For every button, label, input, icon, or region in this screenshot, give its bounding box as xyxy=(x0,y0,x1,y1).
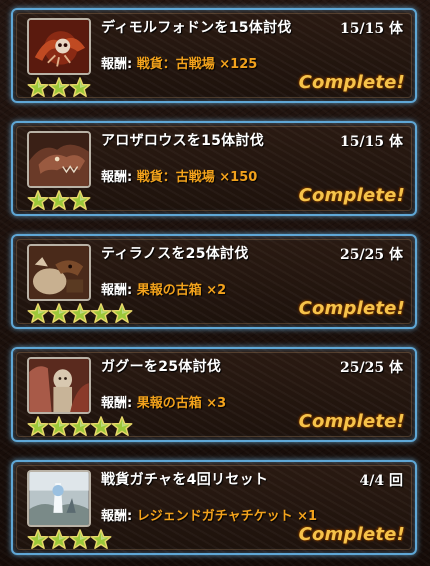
star-icon xyxy=(111,416,133,437)
star-icon xyxy=(90,416,112,437)
mission-reward: 報酬: 果報の古箱 ×2 xyxy=(101,279,226,298)
mission-card[interactable]: ティラノスを25体討伐 25/25 体 報酬: 果報の古箱 ×2 Complet… xyxy=(11,234,417,329)
star-icon xyxy=(48,190,70,211)
reward-label: 報酬: xyxy=(101,57,133,72)
mission-progress: 25/25 体 xyxy=(340,247,403,263)
mission-reward: 報酬: 戦貨：古戦場 ×125 xyxy=(101,53,257,72)
star-icon xyxy=(48,529,70,550)
difficulty-stars xyxy=(27,416,133,437)
complete-label: Complete! xyxy=(298,72,405,93)
mission-reward: 報酬: 果報の古箱 ×3 xyxy=(101,392,226,411)
gagoo-icon xyxy=(27,357,91,414)
difficulty-stars xyxy=(27,529,112,550)
star-icon xyxy=(90,303,112,324)
star-icon xyxy=(27,416,49,437)
mission-card[interactable]: ディモルフォドンを15体討伐 15/15 体 報酬: 戦貨：古戦場 ×125 C… xyxy=(11,8,417,103)
reward-label: 報酬: xyxy=(101,283,133,298)
mission-card[interactable]: アロザロウスを15体討伐 15/15 体 報酬: 戦貨：古戦場 ×150 Com… xyxy=(11,121,417,216)
complete-label: Complete! xyxy=(298,185,405,206)
mission-title: ティラノスを25体討伐 xyxy=(101,246,249,262)
complete-label: Complete! xyxy=(298,524,405,545)
star-icon xyxy=(48,77,70,98)
reward-label: 報酬: xyxy=(101,396,133,411)
star-icon xyxy=(111,303,133,324)
star-icon xyxy=(27,190,49,211)
mission-reward: 報酬: 戦貨：古戦場 ×150 xyxy=(101,166,257,185)
reward-value: 果報の古箱 ×2 xyxy=(136,283,227,298)
star-icon xyxy=(69,529,91,550)
reward-label: 報酬: xyxy=(101,170,133,185)
difficulty-stars xyxy=(27,303,133,324)
reward-value: 戦貨：古戦場 ×150 xyxy=(136,170,258,185)
mission-title: アロザロウスを15体討伐 xyxy=(101,133,265,149)
complete-label: Complete! xyxy=(298,298,405,319)
star-icon xyxy=(27,77,49,98)
difficulty-stars xyxy=(27,77,91,98)
gacha-ticket-icon xyxy=(27,470,91,527)
star-icon xyxy=(27,303,49,324)
reward-value: 果報の古箱 ×3 xyxy=(136,396,227,411)
star-icon xyxy=(48,303,70,324)
mission-card[interactable]: ガグーを25体討伐 25/25 体 報酬: 果報の古箱 ×3 Complete! xyxy=(11,347,417,442)
mission-list: ディモルフォドンを15体討伐 15/15 体 報酬: 戦貨：古戦場 ×125 C… xyxy=(0,0,430,566)
mission-progress: 15/15 体 xyxy=(340,21,403,37)
star-icon xyxy=(27,529,49,550)
reward-value: レジェンドガチャチケット ×1 xyxy=(136,509,318,524)
star-icon xyxy=(69,77,91,98)
star-icon xyxy=(90,529,112,550)
star-icon xyxy=(69,416,91,437)
star-icon xyxy=(69,190,91,211)
mission-title: ディモルフォドンを15体討伐 xyxy=(101,20,292,36)
allosaurus-icon xyxy=(27,131,91,188)
star-icon xyxy=(69,303,91,324)
mission-progress: 4/4 回 xyxy=(359,473,403,489)
complete-label: Complete! xyxy=(298,411,405,432)
mission-progress: 25/25 体 xyxy=(340,360,403,376)
reward-value: 戦貨：古戦場 ×125 xyxy=(136,57,258,72)
dimorphodon-icon xyxy=(27,18,91,75)
mission-title: ガグーを25体討伐 xyxy=(101,359,222,375)
tyranos-icon xyxy=(27,244,91,301)
mission-reward: 報酬: レジェンドガチャチケット ×1 xyxy=(101,505,317,524)
difficulty-stars xyxy=(27,190,91,211)
mission-card[interactable]: 戦貨ガチャを4回リセット 4/4 回 報酬: レジェンドガチャチケット ×1 C… xyxy=(11,460,417,555)
mission-progress: 15/15 体 xyxy=(340,134,403,150)
reward-label: 報酬: xyxy=(101,509,133,524)
star-icon xyxy=(48,416,70,437)
mission-title: 戦貨ガチャを4回リセット xyxy=(101,472,269,488)
